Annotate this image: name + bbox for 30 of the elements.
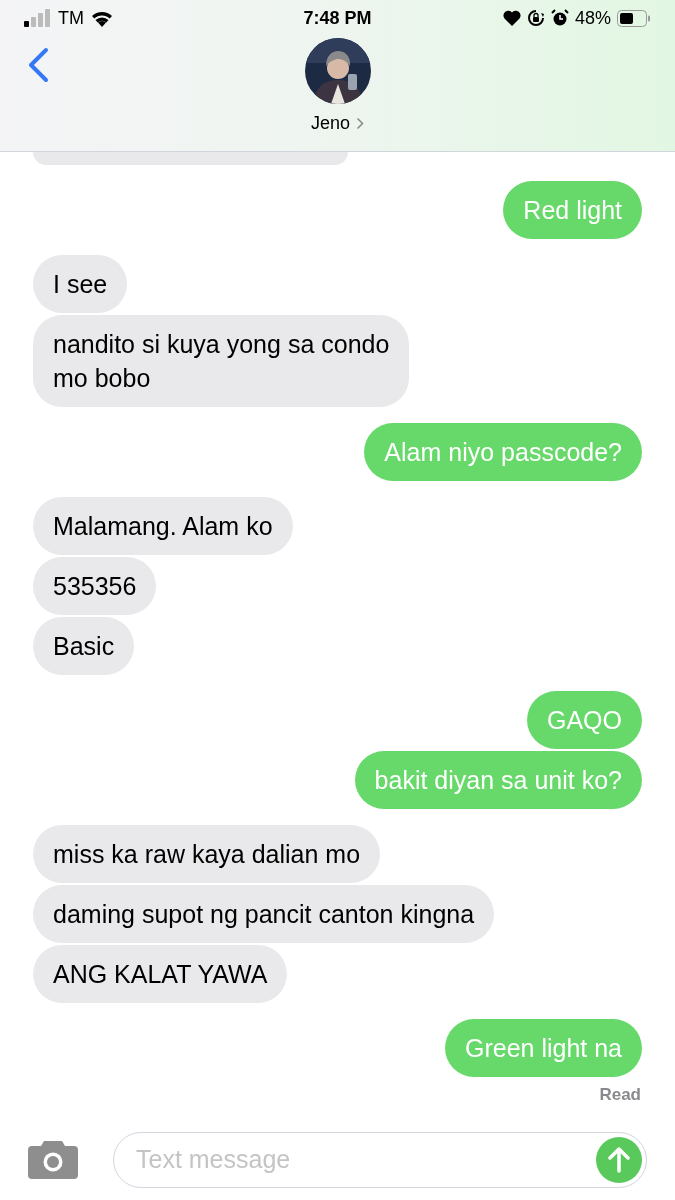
- carrier-text: TM: [58, 6, 84, 30]
- rotation-lock-icon: [526, 9, 545, 27]
- back-icon[interactable]: [26, 47, 50, 83]
- signal-icon: [24, 9, 52, 27]
- wifi-icon: [90, 9, 114, 27]
- clock-time: 7:48 PM: [303, 6, 372, 30]
- alarm-icon: [550, 9, 569, 27]
- contact-name[interactable]: Jeno: [310, 110, 350, 137]
- sent-message: bakit diyan sa unit ko?: [354, 751, 642, 809]
- received-message: Malamang. Alam ko: [33, 497, 293, 555]
- sent-message: Red light: [503, 181, 642, 239]
- battery-percent: 48%: [574, 6, 611, 30]
- received-message: Basic: [33, 617, 135, 675]
- received-message: ANG KALAT YAWA: [33, 945, 288, 1003]
- received-message: nandito si kuya yong sa condo mo bobo: [33, 315, 410, 407]
- received-message: I see: [33, 255, 128, 313]
- camera-icon[interactable]: [28, 1141, 78, 1179]
- battery-icon: [617, 9, 651, 27]
- chevron-right-icon[interactable]: [356, 117, 364, 130]
- received-message: miss ka raw kaya dalian mo: [33, 825, 381, 883]
- arrow-up-icon: [608, 1147, 630, 1173]
- sent-message: GAQO: [527, 691, 642, 749]
- received-message: daming supot ng pancit canton kingna: [33, 885, 495, 943]
- heart-icon: [502, 10, 521, 26]
- send-button[interactable]: [596, 1137, 642, 1183]
- message-input-field[interactable]: Text message: [136, 1141, 596, 1179]
- read-receipt: Read: [599, 1084, 641, 1106]
- sent-message: Green light na: [444, 1019, 642, 1077]
- sent-message: Alam niyo passcode?: [364, 423, 642, 481]
- received-message: 535356: [33, 557, 157, 615]
